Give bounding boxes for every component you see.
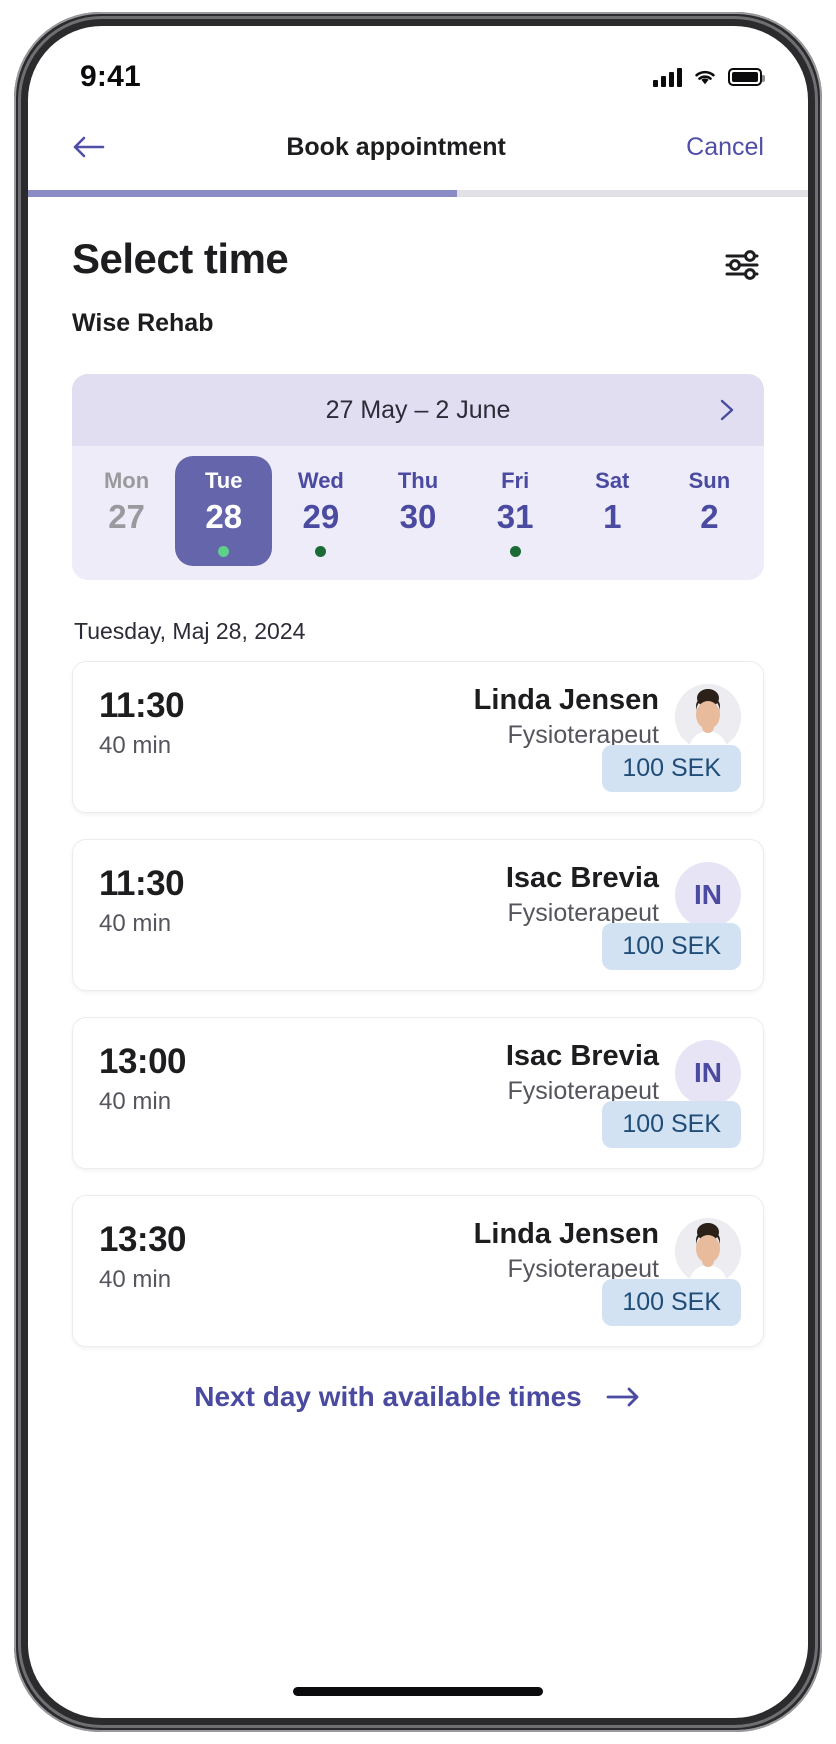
- wifi-icon: [695, 70, 715, 85]
- price-badge: 100 SEK: [602, 1101, 741, 1148]
- appointment-slot-card[interactable]: 13:30 40 min Linda Jensen Fysioterapeut 100 …: [72, 1195, 764, 1347]
- week-range-label: 27 May – 2 June: [325, 395, 511, 424]
- cancel-button[interactable]: Cancel: [686, 133, 764, 162]
- avatar-initials: IN: [675, 1040, 741, 1106]
- day-number-label: 1: [603, 498, 622, 535]
- day-cell-sun[interactable]: Sun 2: [661, 456, 758, 566]
- appointment-slot-card[interactable]: 13:00 40 min Isac Brevia Fysioterapeut IN 100…: [72, 1017, 764, 1169]
- day-number-label: 27: [108, 498, 145, 535]
- day-weekday-label: Mon: [103, 468, 150, 493]
- slot-duration: 40 min: [99, 732, 172, 759]
- staff-text: Linda Jensen Fysioterapeut: [474, 1218, 659, 1284]
- progress-track: [28, 190, 808, 197]
- status-bar-icons: [653, 67, 765, 87]
- slot-time: 11:30: [99, 864, 185, 903]
- staff-text: Isac Brevia Fysioterapeut: [506, 1040, 659, 1106]
- day-number-label: 2: [700, 498, 719, 535]
- appointment-slot-card[interactable]: 11:30 40 min Linda Jensen Fysioterapeut 100 …: [72, 661, 764, 813]
- back-arrow-icon[interactable]: [72, 134, 106, 160]
- next-available-day-label: Next day with available times: [194, 1381, 582, 1412]
- signal-bars-icon: [653, 67, 682, 87]
- home-indicator: [293, 1687, 543, 1696]
- week-range-header: 27 May – 2 June: [72, 374, 764, 446]
- appointment-slot-list: 11:30 40 min Linda Jensen Fysioterapeut 100 …: [28, 645, 808, 1347]
- day-weekday-label: Thu: [397, 468, 439, 493]
- day-weekday-label: Sat: [595, 468, 630, 493]
- sliders-filter-icon[interactable]: [720, 243, 764, 287]
- slot-staff-block: Isac Brevia Fysioterapeut IN: [506, 1040, 741, 1106]
- price-badge: 100 SEK: [602, 1279, 741, 1326]
- day-cell-wed[interactable]: Wed 29: [272, 456, 369, 566]
- slot-staff-block: Isac Brevia Fysioterapeut IN: [506, 862, 741, 928]
- staff-text: Isac Brevia Fysioterapeut: [506, 862, 659, 928]
- day-weekday-label: Fri: [501, 468, 530, 493]
- day-number-label: 28: [205, 498, 243, 535]
- slot-time-block: 13:30 40 min: [99, 1220, 187, 1294]
- nav-bar: Book appointment Cancel: [28, 104, 808, 190]
- availability-dot-slot: [315, 542, 327, 560]
- page-title: Book appointment: [286, 132, 506, 161]
- progress-fill: [28, 190, 457, 197]
- staff-text: Linda Jensen Fysioterapeut: [474, 684, 659, 750]
- avatar-photo: [675, 1218, 741, 1284]
- availability-dot-slot: [218, 542, 230, 560]
- clinic-name: Wise Rehab: [72, 309, 214, 337]
- slot-time: 13:30: [99, 1220, 187, 1259]
- staff-name: Isac Brevia: [505, 1040, 659, 1072]
- slot-duration: 40 min: [99, 910, 172, 937]
- availability-dot-slot: [509, 542, 521, 560]
- slot-time-block: 13:00 40 min: [99, 1042, 187, 1116]
- slot-duration: 40 min: [99, 1266, 172, 1293]
- day-cell-sat[interactable]: Sat 1: [564, 456, 661, 566]
- day-weekday-label: Sun: [688, 468, 731, 493]
- avatar-initials-text: IN: [694, 1057, 722, 1088]
- price-badge: 100 SEK: [602, 923, 741, 970]
- next-available-day-link[interactable]: Next day with available times: [28, 1381, 808, 1413]
- chevron-right-icon[interactable]: [714, 398, 738, 422]
- slot-time: 13:00: [99, 1042, 187, 1081]
- day-cell-fri[interactable]: Fri 31: [467, 456, 564, 566]
- day-cell-mon: Mon 27: [78, 456, 175, 566]
- slot-time-block: 11:30 40 min: [99, 686, 185, 760]
- day-number-label: 30: [399, 498, 437, 535]
- day-weekday-label: Tue: [204, 468, 243, 493]
- slot-duration: 40 min: [99, 1088, 172, 1115]
- arrow-right-icon: [606, 1387, 639, 1407]
- day-selector-row: Mon 27 Tue 28 Wed 29 Thu 30 Fri 31 Sat 1 Sun 2: [72, 446, 764, 580]
- slot-time: 11:30: [99, 686, 185, 725]
- price-badge: 100 SEK: [602, 745, 741, 792]
- battery-full-icon: [728, 68, 765, 86]
- slot-staff-block: Linda Jensen Fysioterapeut: [474, 684, 741, 750]
- availability-dot: [218, 545, 230, 557]
- day-weekday-label: Wed: [297, 468, 344, 493]
- status-bar: 9:41: [28, 26, 808, 104]
- day-number-label: 31: [496, 498, 534, 535]
- week-picker: 27 May – 2 June Mon 27 Tue 28 Wed 29 Thu 30 Fri 3…: [72, 374, 764, 580]
- page-header: Select time: [28, 197, 808, 287]
- day-cell-tue[interactable]: Tue 28: [175, 456, 273, 566]
- availability-dot: [509, 545, 521, 557]
- avatar-initials: IN: [675, 862, 741, 928]
- slot-staff-block: Linda Jensen Fysioterapeut: [474, 1218, 741, 1284]
- staff-name: Linda Jensen: [473, 1218, 659, 1250]
- avatar-initials-text: IN: [694, 879, 722, 910]
- availability-dot: [315, 545, 327, 557]
- selected-date-label: Tuesday, Maj 28, 2024: [74, 618, 306, 644]
- day-number-label: 29: [302, 498, 340, 535]
- staff-name: Isac Brevia: [505, 862, 659, 894]
- phone-screen: 9:41 Book appointment Cancel Select time…: [28, 26, 808, 1718]
- staff-name: Linda Jensen: [473, 684, 659, 716]
- day-cell-thu[interactable]: Thu 30: [369, 456, 466, 566]
- select-time-heading: Select time: [72, 235, 289, 282]
- phone-frame: 9:41 Book appointment Cancel Select time…: [14, 12, 822, 1732]
- slot-time-block: 11:30 40 min: [99, 864, 185, 938]
- avatar-photo: [675, 684, 741, 750]
- appointment-slot-card[interactable]: 11:30 40 min Isac Brevia Fysioterapeut IN 100…: [72, 839, 764, 991]
- status-bar-time: 9:41: [80, 60, 141, 93]
